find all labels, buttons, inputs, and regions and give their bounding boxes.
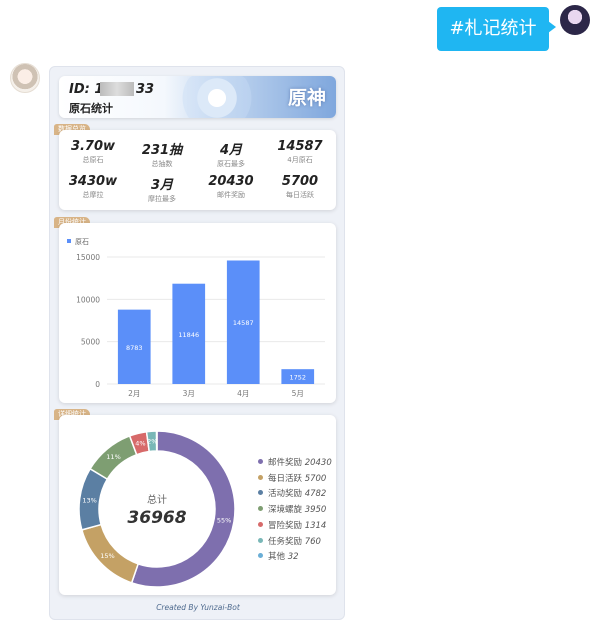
y-tick-label: 0 [95, 380, 100, 389]
slice-percent-label: 55% [217, 517, 231, 525]
donut-center-label: 总计 [147, 493, 167, 506]
detail-panel: 55% 15% 13% 11% 4% 2% 总计 36968 邮件奖励 20430 每日活跃 5… [59, 415, 336, 595]
legend-value: 20430 [304, 458, 332, 468]
legend-dot-icon [258, 506, 263, 512]
legend-name: 任务奖励 [268, 536, 305, 547]
monthly-panel: 原石 0 5000 10000 15000 8783 2月 11846 3月 14587 4月 175… [59, 223, 336, 403]
stat-month-primogems: 14587 4月原石 [277, 139, 323, 164]
legend-item[interactable]: 活动奖励 4782 [258, 487, 326, 499]
user-message-text: #札记统计 [449, 18, 537, 39]
y-tick-label: 5000 [81, 338, 100, 347]
bar-value-label: 14587 [233, 319, 254, 327]
flower-decoration-icon [177, 76, 257, 118]
stat-total-primogems: 3.70w 总原石 [70, 139, 116, 164]
card-title: 原石统计 [69, 102, 113, 115]
legend-name: 活动奖励 [268, 489, 305, 500]
legend-value: 1314 [304, 520, 327, 531]
slice-percent-label: 13% [82, 496, 96, 504]
bar-value-label: 1752 [289, 374, 306, 382]
donut-center-value: 36968 [127, 508, 186, 528]
legend-label[interactable]: 原石 [75, 238, 89, 246]
x-tick-label: 5月 [292, 389, 304, 398]
footer-credit: Created By Yunzai-Bot [156, 603, 240, 612]
legend-item[interactable]: 深境螺旋 3950 [258, 503, 326, 515]
slice-percent-label: 11% [106, 453, 120, 461]
legend-name: 其他 [268, 552, 288, 563]
legend-dot-icon [258, 537, 263, 543]
monthly-bar-chart: 原石 0 5000 10000 15000 8783 2月 11846 3月 14587 4月 175… [67, 238, 325, 398]
stat-total-mora: 3430w 总摩拉 [68, 174, 118, 199]
stats-card-image: ID: 18 33 原石统计 原神 数据总览 3.70w 总原石 231抽 总抽数 … [49, 66, 345, 620]
legend-name: 邮件奖励 [268, 458, 305, 468]
slice-percent-label: 2% [147, 438, 157, 446]
y-tick-label: 15000 [76, 253, 100, 262]
card-banner: ID: 18 33 原石统计 原神 [59, 76, 336, 118]
legend-value: 5700 [304, 473, 327, 484]
legend-dot-icon [258, 490, 263, 496]
chat-window: #札记统计 ID: 18 33 原石统计 原神 数据总览 3.70w 总原石 23… [0, 0, 601, 633]
x-tick-label: 4月 [237, 389, 249, 398]
slice-percent-label: 4% [135, 440, 145, 448]
stat-total-pulls: 231抽 总抽数 [141, 143, 183, 168]
stat-best-month-primogems: 4月 原石最多 [217, 143, 245, 168]
legend-name: 每日活跃 [268, 473, 305, 484]
legend-item[interactable]: 任务奖励 760 [258, 535, 321, 547]
uid-suffix: 33 [136, 82, 155, 97]
legend-dot-icon [258, 521, 263, 527]
x-tick-label: 2月 [128, 389, 140, 398]
legend-item[interactable]: 冒险奖励 1314 [258, 519, 326, 531]
bar-value-label: 8783 [126, 344, 143, 352]
legend-item[interactable]: 其他 32 [258, 550, 299, 562]
legend-value: 4782 [304, 489, 327, 500]
stat-best-month-mora: 3月 摩拉最多 [148, 178, 176, 203]
legend-dot-icon [258, 553, 263, 559]
y-tick-label: 10000 [76, 295, 100, 304]
slice-percent-label: 15% [100, 552, 114, 560]
summary-panel: 3.70w 总原石 231抽 总抽数 4月 原石最多 14587 4月原石 3430w 总… [59, 130, 336, 210]
legend-item[interactable]: 每日活跃 5700 [258, 472, 326, 484]
x-tick-label: 3月 [183, 389, 195, 398]
stat-mail-rewards: 20430 邮件奖励 [208, 174, 254, 199]
legend-value: 760 [304, 536, 321, 547]
user-avatar[interactable] [560, 5, 590, 35]
legend-value: 32 [287, 552, 299, 563]
legend-item[interactable]: 邮件奖励 20430 [258, 456, 332, 468]
bar-value-label: 11846 [178, 331, 199, 339]
uid-redaction [100, 82, 134, 96]
bot-avatar[interactable] [10, 63, 40, 93]
legend-name: 深境螺旋 [268, 505, 305, 516]
legend-value: 3950 [304, 505, 327, 516]
legend-dot-icon [258, 459, 263, 464]
genshin-logo: 原神 [287, 87, 326, 109]
legend-name: 冒险奖励 [268, 520, 305, 531]
stat-daily-activity: 5700 每日活跃 [281, 174, 319, 199]
legend-swatch [67, 239, 71, 243]
user-message-bubble[interactable]: #札记统计 [437, 7, 556, 51]
legend-dot-icon [258, 474, 263, 480]
